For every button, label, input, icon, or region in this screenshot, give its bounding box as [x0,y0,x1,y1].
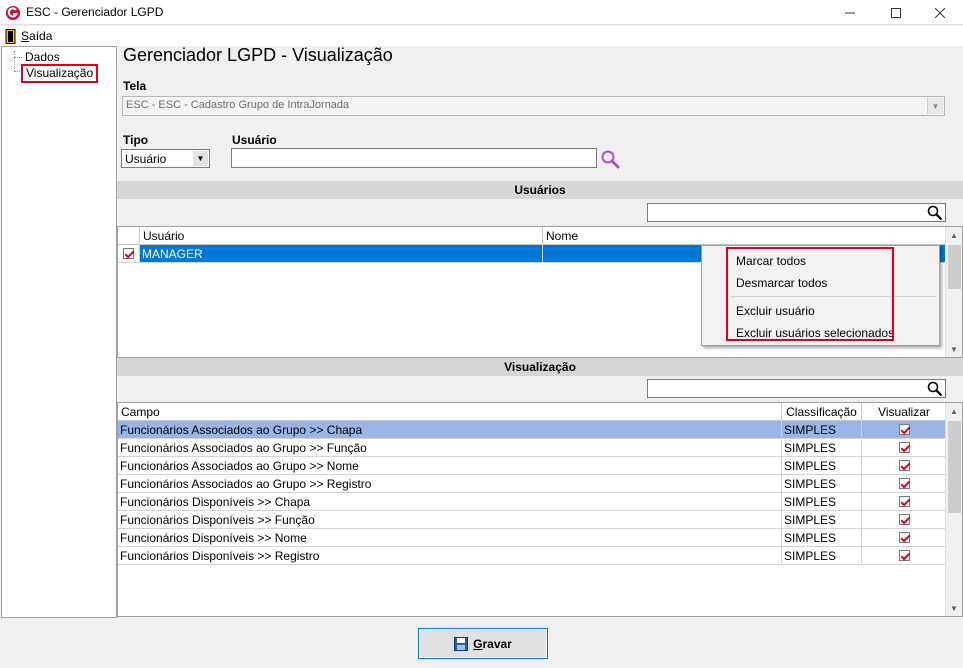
chevron-down-icon[interactable]: ▼ [927,98,943,114]
table-row[interactable]: Funcionários Associados ao Grupo >> Nome… [118,457,947,475]
campo-cell[interactable]: Funcionários Disponíveis >> Chapa [118,493,782,511]
visualizar-cell[interactable] [862,493,947,511]
app-logo-icon [6,6,20,20]
usuario-input[interactable] [231,148,597,168]
usuarios-filter [647,203,946,222]
table-row[interactable]: Funcionários Associados ao Grupo >> Regi… [118,475,947,493]
row-checkbox-cell[interactable] [118,245,140,263]
usuarios-scrollbar[interactable]: ▲ ▼ [945,227,962,357]
visualizar-checkbox[interactable] [898,514,910,525]
tree-item-visualizacao[interactable]: Visualização [21,64,99,83]
close-button[interactable] [917,0,963,25]
menu-saida-label: Saída [21,29,53,43]
grid-header-nome[interactable]: Nome [543,227,947,245]
visualizar-checkbox[interactable] [898,442,910,453]
window-title: ESC - Gerenciador LGPD [26,5,164,19]
maximize-button[interactable] [873,0,919,25]
visualizacao-filter-input[interactable] [648,380,923,397]
gravar-button[interactable]: Gravar [418,628,548,659]
classificacao-cell[interactable]: SIMPLES [782,475,862,493]
table-row[interactable]: Funcionários Disponíveis >> Função SIMPLE… [118,511,947,529]
search-icon[interactable] [600,149,620,169]
gravar-label: Gravar [473,636,512,651]
tipo-select[interactable]: Usuário ▼ [121,149,210,168]
menu-saida[interactable]: Saída [3,27,54,45]
scroll-up-icon[interactable]: ▲ [946,227,962,243]
menu-bar: Saída [0,26,963,46]
grid-header-visualizar[interactable]: Visualizar [862,403,947,421]
usuario-cell[interactable]: MANAGER [140,245,543,263]
visualizar-checkbox[interactable] [898,478,910,489]
tree-item-dados[interactable]: Dados [25,50,60,64]
chevron-down-icon[interactable]: ▼ [193,151,208,166]
visualizar-cell[interactable] [862,475,947,493]
grid-header-campo[interactable]: Campo [118,403,782,421]
classificacao-cell[interactable]: SIMPLES [782,457,862,475]
table-row[interactable]: Funcionários Associados ao Grupo >> Funç… [118,439,947,457]
visualizacao-grid: Campo Classificação Visualizar Funcionár… [117,402,963,617]
classificacao-cell[interactable]: SIMPLES [782,421,862,439]
title-bar: ESC - Gerenciador LGPD [0,0,963,25]
visualizar-checkbox[interactable] [898,460,910,471]
campo-cell[interactable]: Funcionários Associados ao Grupo >> Funç… [118,439,782,457]
minimize-button[interactable] [827,0,873,25]
campo-cell[interactable]: Funcionários Disponíveis >> Registro [118,547,782,565]
table-row[interactable]: Funcionários Disponíveis >> Chapa SIMPLES [118,493,947,511]
exit-door-icon [5,28,16,44]
page-title: Gerenciador LGPD - Visualização [123,45,393,65]
visualizar-cell[interactable] [862,421,947,439]
table-row[interactable]: Funcionários Disponíveis >> Nome SIMPLES [118,529,947,547]
grid-header-classificacao[interactable]: Classificação [782,403,862,421]
classificacao-cell[interactable]: SIMPLES [782,493,862,511]
scroll-up-icon[interactable]: ▲ [946,403,962,419]
tela-combobox[interactable]: ESC - ESC - Cadastro Grupo de IntraJorna… [122,96,945,116]
minimize-icon [845,12,855,13]
tipo-label: Tipo [123,133,149,147]
row-checkbox[interactable] [123,248,134,259]
classificacao-cell[interactable]: SIMPLES [782,439,862,457]
visualizar-cell[interactable] [862,511,947,529]
tela-value: ESC - ESC - Cadastro Grupo de IntraJorna… [126,99,350,111]
visualizar-cell[interactable] [862,439,947,457]
visualizar-cell[interactable] [862,457,947,475]
visualizacao-section-header: Visualização [117,358,963,376]
usuario-label: Usuário [232,133,277,147]
grid-header-checkbox [118,227,140,245]
visualizacao-filter [647,379,946,398]
tipo-value: Usuário [125,152,167,166]
scrollbar-thumb[interactable] [948,245,961,289]
visualizar-checkbox[interactable] [898,550,910,561]
search-icon[interactable] [927,381,943,397]
visualizacao-scrollbar[interactable]: ▲ ▼ [945,403,962,616]
campo-cell[interactable]: Funcionários Disponíveis >> Função [118,511,782,529]
campo-cell[interactable]: Funcionários Associados ao Grupo >> Nome [118,457,782,475]
visualizar-checkbox[interactable] [898,424,910,435]
usuarios-filter-input[interactable] [648,204,923,221]
campo-cell[interactable]: Funcionários Associados ao Grupo >> Regi… [118,475,782,493]
save-disk-icon [454,636,469,651]
classificacao-cell[interactable]: SIMPLES [782,547,862,565]
annotation-highlight-box [726,247,894,341]
maximize-icon [891,7,901,18]
scroll-down-icon[interactable]: ▼ [946,341,962,357]
search-icon[interactable] [927,205,943,221]
classificacao-cell[interactable]: SIMPLES [782,529,862,547]
visualizar-checkbox[interactable] [898,496,910,507]
table-row[interactable]: Funcionários Associados ao Grupo >> Chap… [118,421,947,439]
close-icon [935,7,945,18]
classificacao-cell[interactable]: SIMPLES [782,511,862,529]
visualizar-cell[interactable] [862,547,947,565]
table-row[interactable]: Funcionários Disponíveis >> Registro SIMP… [118,547,947,565]
visualizar-cell[interactable] [862,529,947,547]
tela-label: Tela [123,79,147,93]
navigation-tree: Dados Visualização [1,46,117,618]
scrollbar-thumb[interactable] [948,421,961,513]
visualizar-checkbox[interactable] [898,532,910,543]
campo-cell[interactable]: Funcionários Disponíveis >> Nome [118,529,782,547]
campo-cell[interactable]: Funcionários Associados ao Grupo >> Chap… [118,421,782,439]
usuarios-section-header: Usuários [117,181,963,199]
scroll-down-icon[interactable]: ▼ [946,600,962,616]
grid-header-usuario[interactable]: Usuário [140,227,543,245]
